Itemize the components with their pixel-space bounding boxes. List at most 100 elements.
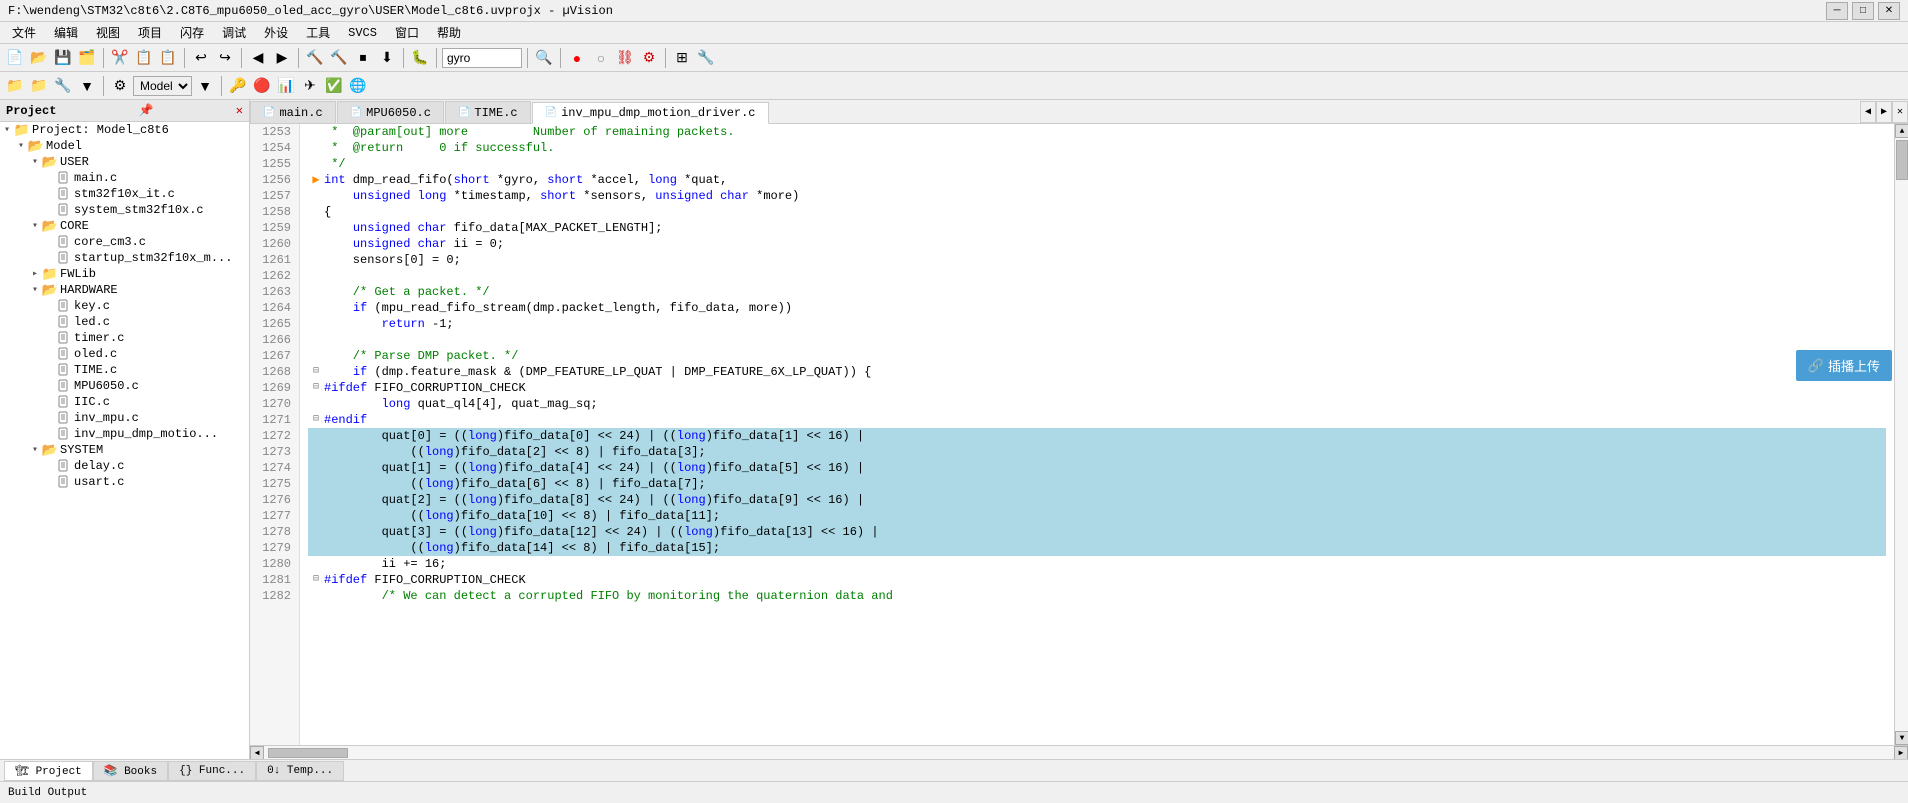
code-line-1257[interactable]: unsigned long *timestamp, short *sensors… bbox=[308, 188, 1886, 204]
project-close-icon[interactable]: ✕ bbox=[236, 103, 243, 118]
tree-item-root[interactable]: ▾📁Project: Model_c8t6 bbox=[0, 122, 249, 138]
maximize-button[interactable]: □ bbox=[1852, 2, 1874, 20]
status-tab-🏗-Project[interactable]: 🏗 Project bbox=[4, 761, 93, 781]
tree-item-model[interactable]: ▾📂Model bbox=[0, 138, 249, 154]
build-all-button[interactable]: 🔨 bbox=[328, 47, 350, 69]
code-line-1255[interactable]: */ bbox=[308, 156, 1886, 172]
tree-expand-model[interactable]: ▾ bbox=[14, 140, 28, 152]
scrollbar-right[interactable]: ▲ ▼ bbox=[1894, 124, 1908, 745]
download-button[interactable]: ⬇ bbox=[376, 47, 398, 69]
code-line-1261[interactable]: sensors[0] = 0; bbox=[308, 252, 1886, 268]
code-line-1263[interactable]: /* Get a packet. */ bbox=[308, 284, 1886, 300]
close-button[interactable]: ✕ bbox=[1878, 2, 1900, 20]
status-tab-0↓-Temp...[interactable]: 0↓ Temp... bbox=[256, 761, 344, 781]
code-line-1254[interactable]: * @return 0 if successful. bbox=[308, 140, 1886, 156]
code-line-1274[interactable]: quat[1] = ((long)fifo_data[4] << 24) | (… bbox=[308, 460, 1886, 476]
tb2-btn7[interactable]: 📊 bbox=[275, 75, 297, 97]
code-line-1267[interactable]: /* Parse DMP packet. */ bbox=[308, 348, 1886, 364]
code-line-1258[interactable]: { bbox=[308, 204, 1886, 220]
code-line-1253[interactable]: * @param[out] more Number of remaining p… bbox=[308, 124, 1886, 140]
tab-main_c[interactable]: 📄main.c bbox=[250, 101, 336, 123]
back-button[interactable]: ◀ bbox=[247, 47, 269, 69]
record-btn[interactable]: ● bbox=[566, 47, 588, 69]
tree-item-core[interactable]: ▾📂CORE bbox=[0, 218, 249, 234]
tb2-arrow-down[interactable]: ▼ bbox=[194, 75, 216, 97]
code-line-1272[interactable]: quat[0] = ((long)fifo_data[0] << 24) | (… bbox=[308, 428, 1886, 444]
debug-button[interactable]: 🐛 bbox=[409, 47, 431, 69]
tab-close-all[interactable]: ✕ bbox=[1892, 101, 1908, 123]
menu-item-窗口[interactable]: 窗口 bbox=[387, 22, 427, 43]
code-line-1278[interactable]: quat[3] = ((long)fifo_data[12] << 24) | … bbox=[308, 524, 1886, 540]
menu-item-调试[interactable]: 调试 bbox=[214, 22, 254, 43]
paste-button[interactable]: 📋 bbox=[157, 47, 179, 69]
minimize-button[interactable]: ─ bbox=[1826, 2, 1848, 20]
code-line-1268[interactable]: ⊟ if (dmp.feature_mask & (DMP_FEATURE_LP… bbox=[308, 364, 1886, 380]
scroll-up-btn[interactable]: ▲ bbox=[1895, 124, 1908, 138]
tree-item-usart[interactable]: usart.c bbox=[0, 474, 249, 490]
tab-scroll-right[interactable]: ▶ bbox=[1876, 101, 1892, 123]
tree-item-inv_mpu[interactable]: inv_mpu.c bbox=[0, 410, 249, 426]
code-line-1271[interactable]: ⊟#endif bbox=[308, 412, 1886, 428]
cut-button[interactable]: ✂️ bbox=[109, 47, 131, 69]
tree-expand-fwlib[interactable]: ▸ bbox=[28, 268, 42, 280]
find-button[interactable]: 🔍 bbox=[533, 47, 555, 69]
save-button[interactable]: 💾 bbox=[52, 47, 74, 69]
code-line-1269[interactable]: ⊟#ifdef FIFO_CORRUPTION_CHECK bbox=[308, 380, 1886, 396]
code-line-1270[interactable]: long quat_ql4[4], quat_mag_sq; bbox=[308, 396, 1886, 412]
menu-item-外设[interactable]: 外设 bbox=[256, 22, 296, 43]
menu-item-帮助[interactable]: 帮助 bbox=[429, 22, 469, 43]
tree-item-timer[interactable]: timer.c bbox=[0, 330, 249, 346]
status-tab-{}-Func...[interactable]: {} Func... bbox=[168, 761, 256, 781]
build-button[interactable]: 🔨 bbox=[304, 47, 326, 69]
gear-btn[interactable]: ⚙ bbox=[638, 47, 660, 69]
scroll-down-btn[interactable]: ▼ bbox=[1895, 731, 1908, 745]
status-tab-📚-Books[interactable]: 📚 Books bbox=[93, 761, 168, 781]
upload-button[interactable]: 🔗 插播上传 bbox=[1796, 350, 1892, 381]
project-pin-icon[interactable]: 📌 bbox=[139, 103, 154, 118]
stop-build-button[interactable]: ⏹ bbox=[352, 47, 374, 69]
tree-item-delay[interactable]: delay.c bbox=[0, 458, 249, 474]
code-line-1281[interactable]: ⊟#ifdef FIFO_CORRUPTION_CHECK bbox=[308, 572, 1886, 588]
grid-btn[interactable]: ⊞ bbox=[671, 47, 693, 69]
model-selector[interactable]: Model bbox=[133, 76, 192, 96]
tb2-btn8[interactable]: ✈ bbox=[299, 75, 321, 97]
menu-item-编辑[interactable]: 编辑 bbox=[46, 22, 86, 43]
tree-item-time[interactable]: TIME.c bbox=[0, 362, 249, 378]
tb2-btn4[interactable]: ▼ bbox=[76, 75, 98, 97]
tree-expand-user[interactable]: ▾ bbox=[28, 156, 42, 168]
tree-item-hardware[interactable]: ▾📂HARDWARE bbox=[0, 282, 249, 298]
code-line-1279[interactable]: ((long)fifo_data[14] << 8) | fifo_data[1… bbox=[308, 540, 1886, 556]
code-line-1275[interactable]: ((long)fifo_data[6] << 8) | fifo_data[7]… bbox=[308, 476, 1886, 492]
tab-inv_mpu_dmp_c[interactable]: 📄inv_mpu_dmp_motion_driver.c bbox=[532, 102, 769, 124]
horiz-scroll-thumb[interactable] bbox=[268, 748, 348, 758]
tab-mpu6050_c[interactable]: 📄MPU6050.c bbox=[337, 101, 444, 123]
undo-button[interactable]: ↩ bbox=[190, 47, 212, 69]
collapse-indicator-small[interactable]: ⊟ bbox=[313, 412, 319, 428]
tree-item-key[interactable]: key.c bbox=[0, 298, 249, 314]
tab-time_c[interactable]: 📄TIME.c bbox=[445, 101, 531, 123]
tree-item-system_stm32f10x[interactable]: system_stm32f10x.c bbox=[0, 202, 249, 218]
save-all-button[interactable]: 🗂️ bbox=[76, 47, 98, 69]
code-line-1273[interactable]: ((long)fifo_data[2] << 8) | fifo_data[3]… bbox=[308, 444, 1886, 460]
copy-button[interactable]: 📋 bbox=[133, 47, 155, 69]
tree-item-led[interactable]: led.c bbox=[0, 314, 249, 330]
tree-item-stm32f10x_it[interactable]: stm32f10x_it.c bbox=[0, 186, 249, 202]
scroll-left-btn[interactable]: ◀ bbox=[250, 746, 264, 760]
menu-item-项目[interactable]: 项目 bbox=[130, 22, 170, 43]
code-line-1277[interactable]: ((long)fifo_data[10] << 8) | fifo_data[1… bbox=[308, 508, 1886, 524]
tree-item-system[interactable]: ▾📂SYSTEM bbox=[0, 442, 249, 458]
collapse-indicator[interactable]: ⊟ bbox=[313, 364, 319, 380]
tree-item-core_cm3[interactable]: core_cm3.c bbox=[0, 234, 249, 250]
wrench-btn[interactable]: 🔧 bbox=[695, 47, 717, 69]
tb2-btn3[interactable]: 🔧 bbox=[52, 75, 74, 97]
tree-item-startup_stm32f10x_md[interactable]: startup_stm32f10x_m... bbox=[0, 250, 249, 266]
collapse-indicator-small[interactable]: ⊟ bbox=[313, 572, 319, 588]
code-line-1276[interactable]: quat[2] = ((long)fifo_data[8] << 24) | (… bbox=[308, 492, 1886, 508]
tree-item-oled[interactable]: oled.c bbox=[0, 346, 249, 362]
circle-btn[interactable]: ○ bbox=[590, 47, 612, 69]
tree-item-main[interactable]: main.c bbox=[0, 170, 249, 186]
tab-scroll-left[interactable]: ◀ bbox=[1860, 101, 1876, 123]
code-line-1260[interactable]: unsigned char ii = 0; bbox=[308, 236, 1886, 252]
code-line-1259[interactable]: unsigned char fifo_data[MAX_PACKET_LENGT… bbox=[308, 220, 1886, 236]
tree-expand-core[interactable]: ▾ bbox=[28, 220, 42, 232]
